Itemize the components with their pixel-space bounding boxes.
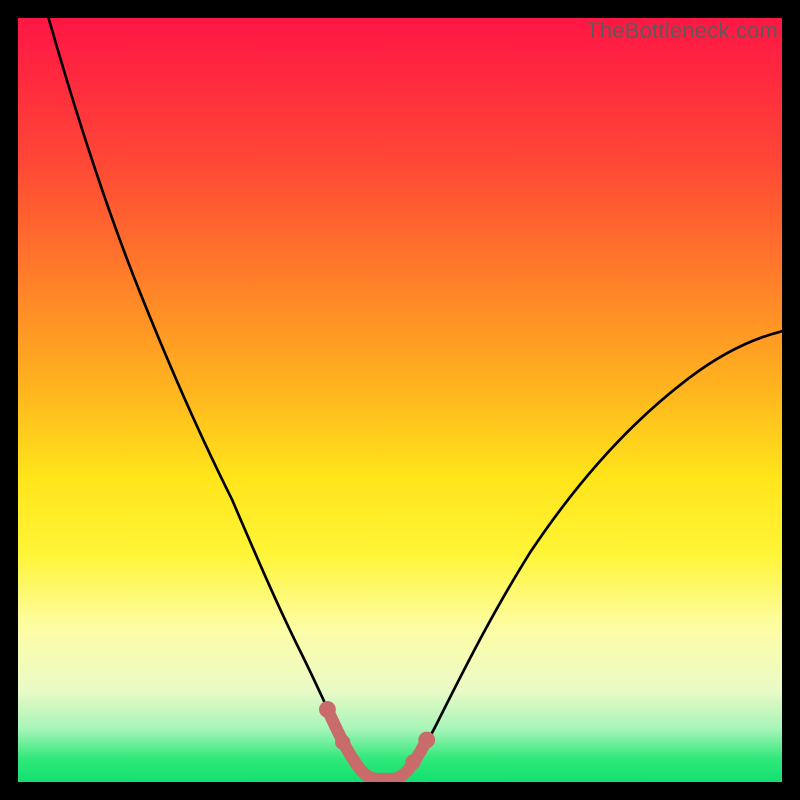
emphasis-dot: [335, 735, 350, 750]
bottleneck-curve-svg: [18, 18, 782, 782]
plot-area: [18, 18, 782, 782]
emphasis-dot: [319, 701, 336, 718]
emphasis-dot: [405, 754, 420, 769]
emphasis-dot: [418, 732, 435, 749]
bottleneck-curve-path: [49, 18, 782, 778]
watermark-text: TheBottleneck.com: [586, 18, 778, 44]
chart-frame: TheBottleneck.com: [0, 0, 800, 800]
